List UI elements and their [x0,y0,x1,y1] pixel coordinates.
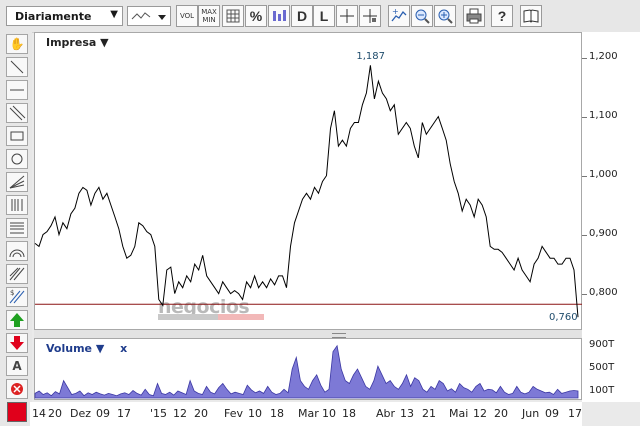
volume-selector[interactable]: Volume ▼ x [46,342,127,355]
max-value-label: 1,187 [356,51,386,63]
chart-svg [34,65,582,399]
time-axis-label: 18 [270,407,284,420]
volume-selector-label: Volume ▼ [46,342,105,355]
time-axis-label: 17 [117,407,131,420]
time-axis-label: Jun [522,407,540,420]
time-axis-label: Mai [449,407,469,420]
price-axis-label: 1,100 [589,109,618,121]
time-axis-label: 20 [48,407,62,420]
time-axis-label: 09 [96,407,110,420]
price-series-line [34,65,579,318]
time-axis-label: 18 [342,407,356,420]
time-axis-label: Mar [298,407,319,420]
time-axis-label: 10 [322,407,336,420]
series-selector-label: Impresa ▼ [46,36,109,49]
price-axis-label: 1,200 [589,50,618,62]
time-axis-label: 17 [568,407,582,420]
chart-window: Diariamente ▼ VOL MAX MIN % D L + ? ✋ $ … [0,0,640,426]
volume-axis-label: 500T [589,362,615,373]
price-axis-tick [582,175,587,177]
time-axis-label: 12 [173,407,187,420]
time-axis-label: 20 [494,407,508,420]
time-axis-label: 13 [400,407,414,420]
price-axis-tick [582,234,587,236]
price-axis-label: 0,900 [589,227,618,239]
close-volume-icon[interactable]: x [120,342,127,355]
time-axis-label: Dez [70,407,92,420]
price-axis-tick [582,293,587,295]
time-axis-label: Abr [376,407,396,420]
volume-axis-label: 900T [589,338,615,350]
time-axis-label: 21 [422,407,436,420]
series-selector[interactable]: Impresa ▼ [46,36,109,49]
price-axis-tick [582,116,587,118]
time-axis-label: 14 [32,407,46,420]
time-axis-label: 20 [194,407,208,420]
time-axis-label: 10 [248,407,262,420]
time-axis-label: 09 [545,407,559,420]
price-axis-tick [582,57,587,59]
time-axis-label: '15 [150,407,168,420]
price-axis-label: 1,000 [589,168,618,180]
price-axis-label: 0,800 [589,286,618,298]
volume-axis-label: 100T [589,385,615,397]
time-axis-label: Fev [224,407,244,420]
time-axis-label: 12 [473,407,487,420]
last-value-label: 0,760 [549,312,578,323]
